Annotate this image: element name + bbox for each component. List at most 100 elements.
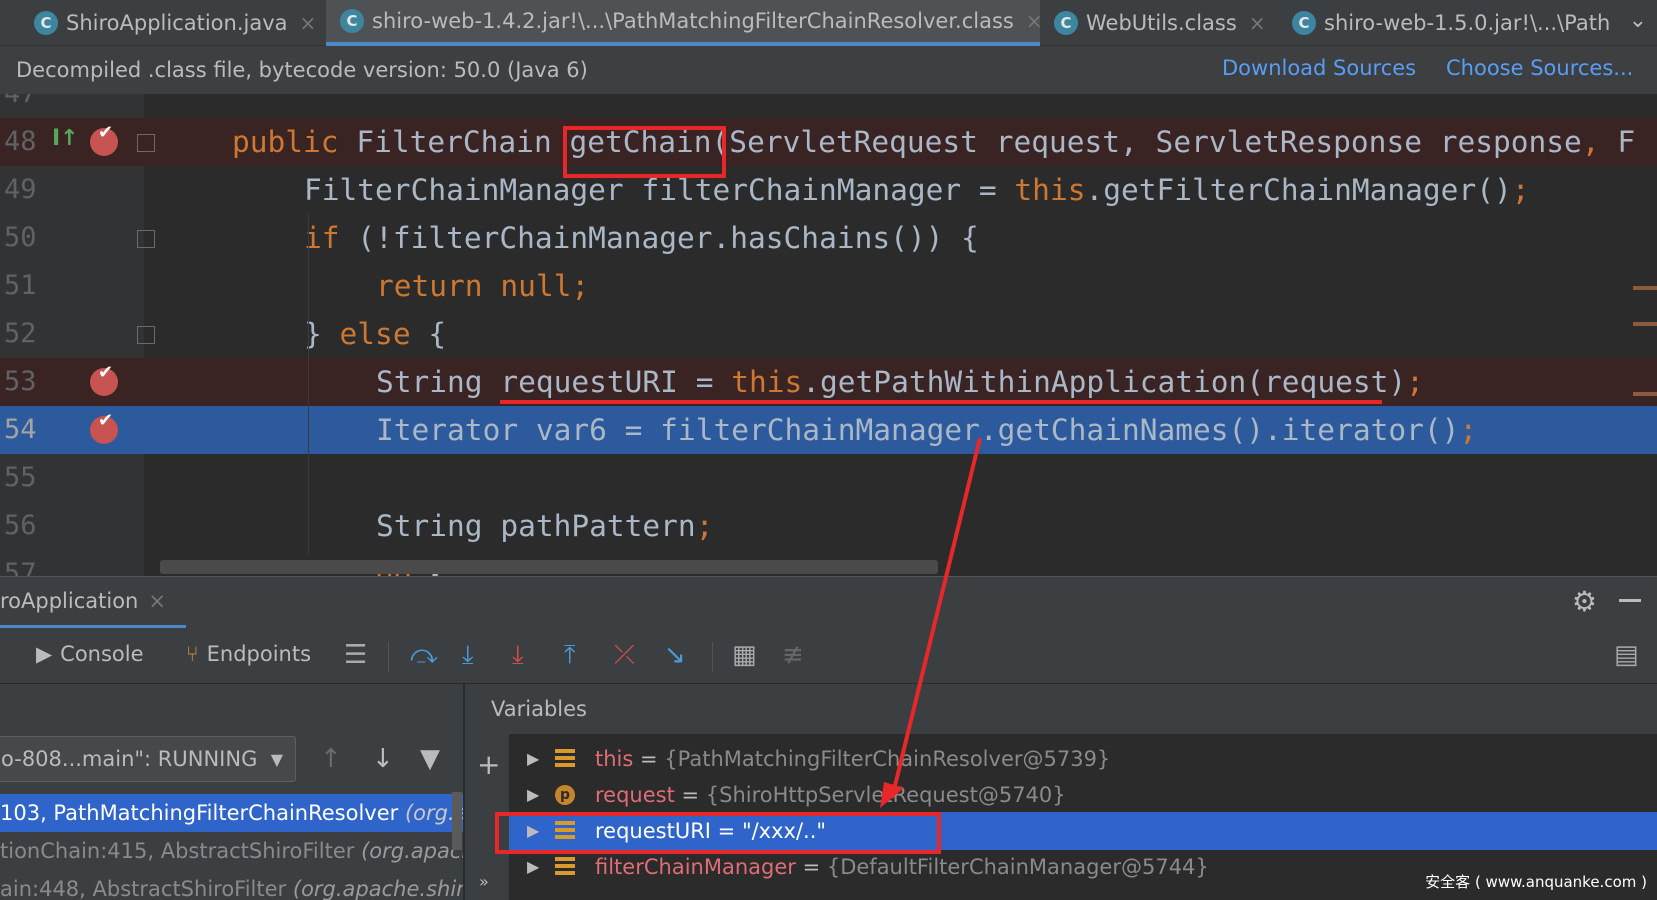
code-text: String pathPattern; bbox=[376, 509, 714, 543]
close-icon[interactable]: × bbox=[1249, 11, 1266, 35]
expand-arrow-icon[interactable]: ▶ bbox=[527, 776, 539, 814]
filter-icon[interactable]: ▼ bbox=[420, 744, 440, 774]
arrow-up-icon[interactable]: ↑ bbox=[320, 744, 342, 774]
frame-label: ain:448, AbstractShiroFilter bbox=[0, 877, 287, 900]
line-number: 50 bbox=[4, 222, 37, 253]
code-text: public FilterChain getChain(ServletReque… bbox=[232, 125, 1636, 159]
tab-shiro-application[interactable]: C ShiroApplication.java × bbox=[34, 0, 316, 46]
code-line[interactable]: 50 if (!filterChainManager.hasChains()) … bbox=[0, 214, 1657, 262]
annotation-box-getchain bbox=[563, 126, 726, 178]
console-tab[interactable]: ▶ Console bbox=[36, 642, 144, 666]
variable-equals: = bbox=[633, 747, 665, 771]
line-number: 48 bbox=[4, 126, 37, 157]
scroll-marker[interactable] bbox=[1633, 286, 1657, 290]
frame-label: 103, PathMatchingFilterChainResolver bbox=[0, 801, 399, 825]
step-into-icon[interactable]: ⤓ bbox=[462, 640, 474, 671]
run-to-cursor-icon[interactable]: ↘ bbox=[664, 640, 686, 670]
frame-package: (org.apache.shiro bbox=[292, 877, 464, 900]
code-line[interactable]: 51 return null; bbox=[0, 262, 1657, 310]
thread-label: o-808...main": RUNNING bbox=[1, 747, 258, 771]
code-line[interactable]: 47 bbox=[0, 94, 1657, 118]
download-sources-link[interactable]: Download Sources bbox=[1222, 56, 1416, 80]
code-editor[interactable]: 47 48 I↑ public FilterChain getChain(Ser… bbox=[0, 94, 1657, 576]
variable-name: request bbox=[595, 783, 675, 807]
variable-value: {ShiroHttpServletRequest@5740} bbox=[705, 783, 1066, 807]
step-out-icon[interactable]: ⤒ bbox=[564, 640, 576, 671]
frames-scrollbar[interactable] bbox=[452, 792, 462, 850]
banner-text: Decompiled .class file, bytecode version… bbox=[16, 58, 588, 82]
debug-session-label: roApplication bbox=[0, 589, 139, 613]
close-icon[interactable]: × bbox=[300, 11, 316, 35]
code-line-current[interactable]: 54 Iterator var6 = filterChainManager.ge… bbox=[0, 406, 1657, 454]
variable-row[interactable]: ▶ p request = {ShiroHttpServletRequest@5… bbox=[509, 776, 1657, 814]
fold-icon[interactable] bbox=[137, 230, 155, 248]
line-number: 47 bbox=[4, 94, 44, 118]
code-text: FilterChainManager filterChainManager = … bbox=[304, 173, 1530, 207]
layout-icon[interactable]: ▤ bbox=[1614, 640, 1639, 670]
breakpoint-icon[interactable] bbox=[90, 410, 118, 444]
minimize-icon[interactable] bbox=[1619, 599, 1641, 602]
code-line[interactable]: 56 String pathPattern; bbox=[0, 502, 1657, 550]
fold-icon[interactable] bbox=[137, 134, 155, 152]
evaluate-expression-icon[interactable]: ▦ bbox=[732, 640, 757, 670]
class-file-icon: C bbox=[1292, 11, 1316, 35]
menu-icon[interactable]: ☰ bbox=[344, 640, 367, 670]
endpoints-icon: ⑂ bbox=[186, 642, 199, 666]
step-over-icon[interactable]: ⤼ bbox=[410, 640, 438, 671]
code-line[interactable]: 49 FilterChainManager filterChainManager… bbox=[0, 166, 1657, 214]
drop-frame-icon[interactable]: ⤫ bbox=[614, 640, 635, 671]
gear-icon[interactable]: ⚙ bbox=[1572, 585, 1597, 618]
close-icon[interactable]: × bbox=[1026, 9, 1040, 33]
fold-icon[interactable] bbox=[137, 326, 155, 344]
stack-frame[interactable]: tionChain:415, AbstractShiroFilter (org.… bbox=[0, 832, 463, 870]
frame-label: tionChain:415, AbstractShiroFilter bbox=[0, 839, 355, 863]
line-number: 54 bbox=[4, 414, 37, 445]
variable-equals: = bbox=[674, 783, 706, 807]
stack-frame[interactable]: 103, PathMatchingFilterChainResolver (or… bbox=[0, 794, 463, 832]
tab-webutils[interactable]: C WebUtils.class × bbox=[1054, 0, 1272, 46]
tab-label: ShiroApplication.java bbox=[66, 11, 288, 35]
tab-shiro-web-150[interactable]: C shiro-web-1.5.0.jar!\...\Path bbox=[1292, 0, 1610, 46]
tab-label: shiro-web-1.4.2.jar!\...\PathMatchingFil… bbox=[372, 9, 1014, 33]
line-number: 49 bbox=[4, 174, 37, 205]
endpoints-label: Endpoints bbox=[206, 642, 312, 666]
force-step-into-icon[interactable]: ⤓ bbox=[512, 640, 524, 671]
scroll-marker[interactable] bbox=[1633, 392, 1657, 396]
stack-frame[interactable]: ain:448, AbstractShiroFilter (org.apache… bbox=[0, 870, 464, 900]
debug-tool-window-header: roApplication × ⚙ bbox=[0, 576, 1657, 629]
tab-label: shiro-web-1.5.0.jar!\...\Path bbox=[1324, 11, 1610, 35]
field-icon bbox=[555, 749, 575, 769]
tab-path-matching-resolver[interactable]: C shiro-web-1.4.2.jar!\...\PathMatchingF… bbox=[326, 0, 1040, 46]
parameter-icon: p bbox=[555, 785, 575, 805]
implements-icon[interactable]: I↑ bbox=[52, 126, 79, 151]
horizontal-scrollbar[interactable] bbox=[160, 560, 938, 574]
toolbar-separator bbox=[388, 642, 389, 672]
variables-panel: Variables + » ▶ this = {PathMatchingFilt… bbox=[465, 684, 1657, 900]
add-watch-icon[interactable]: + bbox=[477, 748, 500, 781]
code-text: } else { bbox=[304, 317, 447, 351]
choose-sources-link[interactable]: Choose Sources... bbox=[1446, 56, 1633, 80]
line-number: 55 bbox=[4, 462, 37, 493]
close-icon[interactable]: × bbox=[148, 589, 166, 613]
indent-guide bbox=[308, 214, 309, 554]
endpoints-tab[interactable]: ⑂ Endpoints bbox=[186, 642, 311, 666]
code-line[interactable]: 48 I↑ public FilterChain getChain(Servle… bbox=[0, 118, 1657, 166]
breakpoint-icon[interactable] bbox=[90, 362, 118, 396]
arrow-down-icon[interactable]: ↓ bbox=[372, 744, 394, 774]
variable-row[interactable]: ▶ this = {PathMatchingFilterChainResolve… bbox=[509, 740, 1657, 778]
chevron-down-icon[interactable]: ⌄ bbox=[1629, 8, 1647, 33]
thread-selector[interactable]: o-808...main": RUNNING ▼ bbox=[0, 736, 296, 782]
java-class-icon: C bbox=[34, 11, 58, 35]
code-line[interactable]: 55 bbox=[0, 454, 1657, 502]
decompiled-banner: Decompiled .class file, bytecode version… bbox=[0, 46, 1657, 94]
more-icon[interactable]: » bbox=[479, 872, 489, 891]
debug-session-tab[interactable]: roApplication × bbox=[0, 589, 166, 613]
trace-icon[interactable]: ≢ bbox=[782, 640, 804, 670]
scroll-marker[interactable] bbox=[1633, 322, 1657, 326]
expand-arrow-icon[interactable]: ▶ bbox=[527, 740, 539, 778]
method-breakpoint-icon[interactable] bbox=[90, 122, 118, 156]
class-file-icon: C bbox=[1054, 11, 1078, 35]
code-line[interactable]: 53 String requestURI = this.getPathWithi… bbox=[0, 358, 1657, 406]
variable-value: {DefaultFilterChainManager@5744} bbox=[826, 855, 1209, 879]
code-line[interactable]: 52 } else { bbox=[0, 310, 1657, 358]
